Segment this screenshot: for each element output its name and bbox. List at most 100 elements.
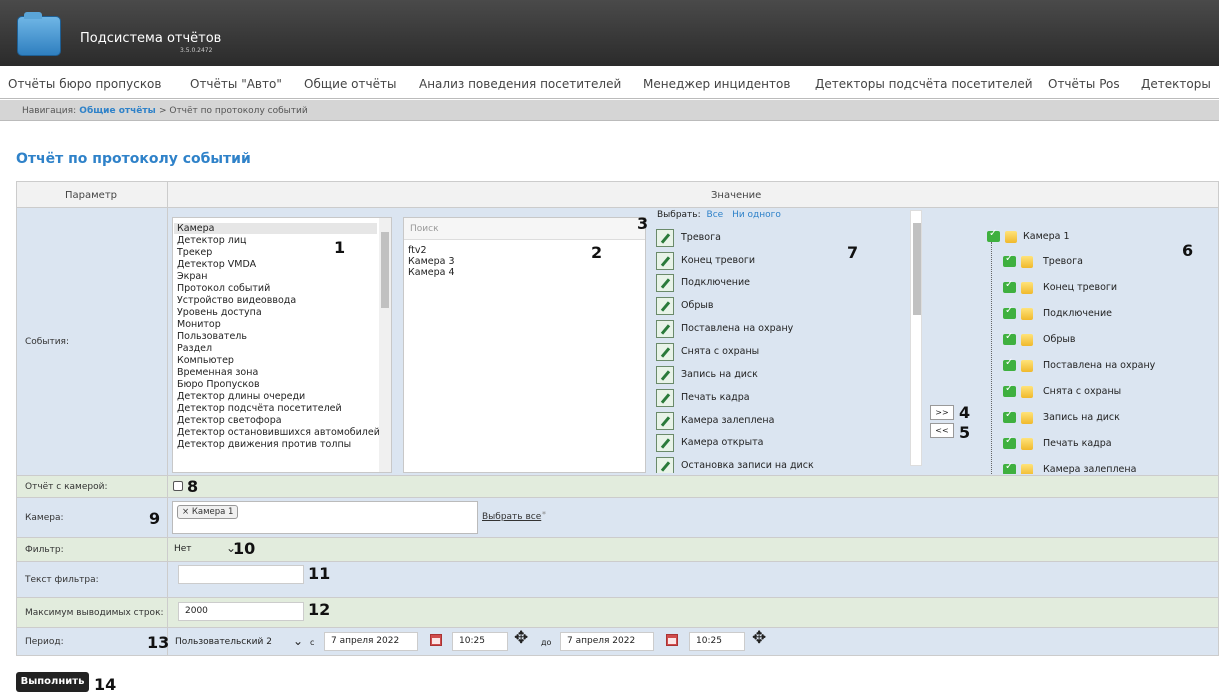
calendar-icon[interactable] xyxy=(666,634,678,646)
list-item[interactable]: Временная зона xyxy=(177,367,258,378)
event-type-label: Подключение xyxy=(681,277,751,288)
menu-item[interactable]: Отчёты Pos xyxy=(1048,77,1120,91)
list-item[interactable]: Камера 4 xyxy=(408,267,455,278)
menu-item[interactable]: Общие отчёты xyxy=(304,77,396,91)
select-all-cameras-link[interactable]: Выбрать все xyxy=(482,512,541,522)
folder-icon xyxy=(1005,231,1017,243)
from-date-input[interactable]: 7 апреля 2022 xyxy=(324,632,418,651)
list-item[interactable]: Пользователь xyxy=(177,331,247,342)
list-item[interactable]: Детектор движения против толпы xyxy=(177,439,351,451)
event-type-list[interactable]: Тревога Конец тревоги Подключение Обрыв … xyxy=(656,229,919,473)
breadcrumb-current: > Отчёт по протоколу событий xyxy=(158,106,308,116)
list-item[interactable]: Детектор лиц xyxy=(177,235,247,246)
callout-1: 1 xyxy=(334,238,346,257)
list-item[interactable]: Компьютер xyxy=(177,355,234,366)
search-input[interactable]: Поиск xyxy=(404,218,645,240)
calendar-icon[interactable] xyxy=(430,634,442,646)
callout-10: 10 xyxy=(233,539,256,558)
checkbox-checked-icon[interactable] xyxy=(987,228,1000,242)
list-item[interactable]: Устройство видеоввода xyxy=(177,295,296,306)
list-item[interactable]: Детектор длины очереди xyxy=(177,391,305,402)
list-item[interactable]: Трекер xyxy=(177,247,212,258)
object-list[interactable]: Поиск ftv2 Камера 3 Камера 4 xyxy=(403,217,646,473)
run-button[interactable]: Выполнить xyxy=(16,672,89,692)
remove-button[interactable]: << xyxy=(930,423,954,438)
select-all-link[interactable]: Все xyxy=(707,210,724,220)
checkbox-checked-icon[interactable] xyxy=(1003,435,1016,449)
column-param: Параметр xyxy=(65,190,117,201)
to-prefix: до xyxy=(541,638,552,647)
event-type-label: Конец тревоги xyxy=(681,255,756,266)
callout-13: 13 xyxy=(147,633,170,652)
move-icon[interactable]: ✥ xyxy=(752,630,766,647)
period-preset-select[interactable]: Пользовательский 2 ⌄ xyxy=(175,634,305,648)
select-none-link[interactable]: Ни одного xyxy=(732,210,781,220)
list-item[interactable]: Камера xyxy=(174,223,377,234)
scrollbar[interactable] xyxy=(910,210,922,466)
app-version: 3.5.0.2472 xyxy=(180,47,213,54)
list-item[interactable]: Раздел xyxy=(177,343,212,354)
to-date-input[interactable]: 7 апреля 2022 xyxy=(560,632,654,651)
checkbox-checked-icon[interactable] xyxy=(1003,331,1016,345)
search-placeholder: Поиск xyxy=(410,224,439,234)
camera-tag[interactable]: × Камера 1 xyxy=(177,505,239,519)
selected-events-tree[interactable]: Камера 1 Тревога Конец тревоги Подключен… xyxy=(953,218,1218,474)
object-type-list[interactable]: Камера Детектор лиц Трекер Детектор VMDA… xyxy=(172,217,392,473)
list-item[interactable]: Детектор VMDA xyxy=(177,259,256,270)
checkbox-checked-icon[interactable] xyxy=(1003,357,1016,371)
list-item[interactable]: Протокол событий xyxy=(177,283,270,294)
list-item[interactable]: Бюро Пропусков xyxy=(177,379,260,390)
menu-item[interactable]: Менеджер инцидентов xyxy=(643,77,790,91)
checkbox-checked-icon[interactable] xyxy=(1003,409,1016,423)
to-time-input[interactable]: 10:25 xyxy=(689,632,745,651)
max-rows-row: Максимум выводимых строк: 2000 12 xyxy=(16,598,1219,628)
pin-icon xyxy=(656,252,674,270)
move-icon[interactable]: ✥ xyxy=(514,630,528,647)
from-time-input[interactable]: 10:25 xyxy=(452,632,508,651)
checkbox-checked-icon[interactable] xyxy=(1003,253,1016,267)
event-type-label: Тревога xyxy=(681,232,721,243)
folder-icon xyxy=(1021,438,1033,450)
list-item[interactable]: Детектор остановившихся автомобилей xyxy=(177,427,380,438)
filter-text-label: Текст фильтра: xyxy=(25,575,99,585)
list-item[interactable]: Экран xyxy=(177,271,207,282)
list-item[interactable]: Камера 3 xyxy=(408,256,455,267)
breadcrumb-link[interactable]: Общие отчёты xyxy=(79,106,155,116)
event-type-label: Камера залеплена xyxy=(681,415,775,426)
tree-label: Запись на диск xyxy=(1043,412,1120,423)
list-item[interactable]: Уровень доступа xyxy=(177,307,262,318)
checkbox-checked-icon[interactable] xyxy=(1003,279,1016,293)
add-button[interactable]: >> xyxy=(930,405,954,420)
camera-report-checkbox[interactable] xyxy=(173,481,183,491)
list-item[interactable]: Монитор xyxy=(177,319,221,330)
filter-value: Нет xyxy=(174,544,192,554)
tree-label: Снята с охраны xyxy=(1043,386,1122,397)
tree-label: Конец тревоги xyxy=(1043,282,1118,293)
list-item[interactable]: ftv2 xyxy=(408,245,427,256)
checkbox-checked-icon[interactable] xyxy=(1003,305,1016,319)
tree-label: Обрыв xyxy=(1043,334,1076,345)
pin-icon xyxy=(656,389,674,407)
period-row: Период: 13 Пользовательский 2 ⌄ с 7 апре… xyxy=(16,628,1219,656)
checkbox-checked-icon[interactable] xyxy=(1003,383,1016,397)
menu-item[interactable]: Отчёты "Авто" xyxy=(190,77,282,91)
folder-icon xyxy=(1021,386,1033,398)
scrollbar[interactable] xyxy=(379,218,391,472)
camera-report-label: Отчёт с камерой: xyxy=(25,482,108,492)
checkbox-checked-icon[interactable] xyxy=(1003,461,1016,474)
pin-icon xyxy=(656,434,674,452)
event-type-label: Запись на диск xyxy=(681,369,758,380)
menu-item[interactable]: Детекторы подсчёта посетителей xyxy=(815,77,1033,91)
list-item[interactable]: Детектор светофора xyxy=(177,415,282,426)
max-rows-input[interactable]: 2000 xyxy=(178,602,304,621)
tree-label: Поставлена на охрану xyxy=(1043,360,1156,371)
filter-select[interactable]: Нет ⌄ xyxy=(174,541,240,555)
menu-item[interactable]: Отчёты бюро пропусков xyxy=(8,77,161,91)
menu-item[interactable]: Детекторы xyxy=(1141,77,1211,91)
chevron-down-icon: ⌄ xyxy=(293,634,304,648)
pin-icon xyxy=(656,412,674,430)
list-item[interactable]: Детектор подсчёта посетителей xyxy=(177,403,342,414)
menu-item[interactable]: Анализ поведения посетителей xyxy=(419,77,621,91)
filter-text-input[interactable] xyxy=(178,565,304,584)
camera-multiselect[interactable]: × Камера 1 xyxy=(172,501,478,534)
